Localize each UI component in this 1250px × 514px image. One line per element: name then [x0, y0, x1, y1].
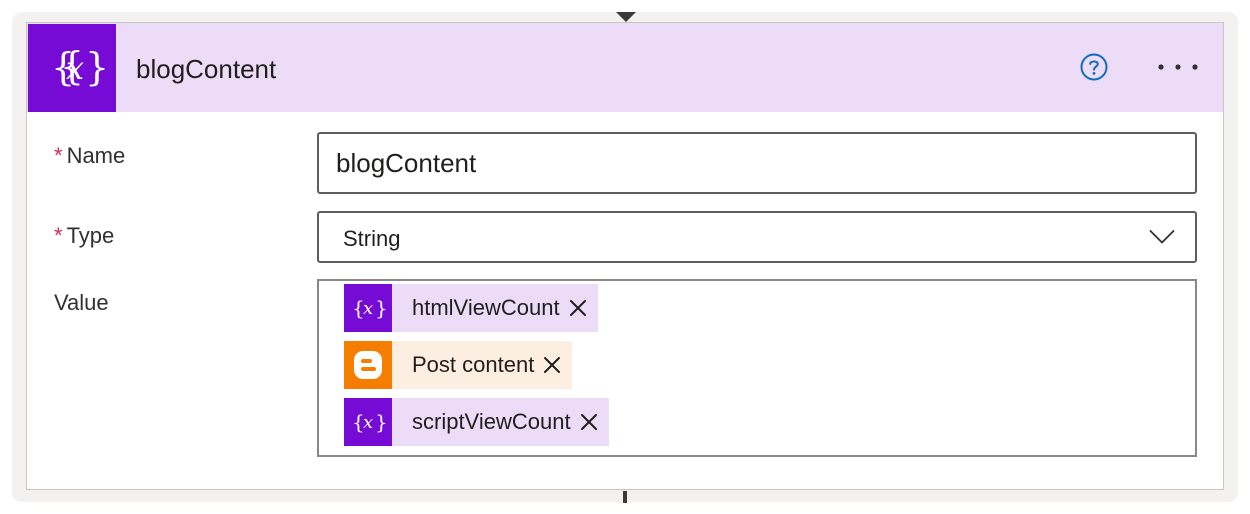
card-header[interactable]: { { x } blogContent — [27, 23, 1223, 112]
name-input[interactable] — [317, 132, 1197, 194]
svg-text:}: } — [375, 410, 386, 434]
svg-text:}: } — [375, 296, 386, 320]
close-icon[interactable] — [579, 412, 599, 432]
value-editor[interactable]: { x } htmlViewCount — [317, 279, 1197, 457]
dynamic-content-token[interactable]: { x } htmlViewCount — [344, 284, 598, 332]
more-options-icon[interactable] — [1157, 63, 1199, 71]
flow-connector-arrow-icon — [616, 12, 636, 22]
dynamic-content-token[interactable]: Post content — [344, 341, 573, 389]
token-label: htmlViewCount — [412, 295, 560, 320]
svg-text:x: x — [363, 412, 373, 433]
dynamic-content-token[interactable]: { x } scriptViewCount — [344, 398, 609, 446]
svg-text:x: x — [363, 298, 373, 319]
chevron-down-icon[interactable] — [1149, 229, 1175, 245]
card-title[interactable]: blogContent — [136, 53, 276, 85]
blogger-icon — [344, 341, 392, 389]
type-select[interactable]: String — [317, 211, 1197, 263]
close-icon[interactable] — [542, 355, 562, 375]
close-icon[interactable] — [568, 298, 588, 318]
help-circle-icon[interactable] — [1080, 53, 1108, 81]
type-label-text: Type — [66, 223, 115, 248]
required-marker: * — [54, 223, 63, 248]
variable-icon: { { x } — [28, 24, 116, 112]
type-selected-value: String — [343, 226, 401, 251]
initialize-variable-card: { { x } blogContent * Name blogContent *… — [26, 22, 1224, 490]
variable-icon: { x } — [344, 284, 392, 332]
svg-text:x: x — [66, 49, 84, 87]
canvas: { { x } blogContent * Name blogContent *… — [0, 0, 1250, 514]
type-label: * Type — [54, 223, 114, 249]
name-label: * Name — [54, 143, 125, 169]
token-label: scriptViewCount — [412, 409, 571, 434]
variable-icon: { x } — [344, 398, 392, 446]
name-label-text: Name — [66, 143, 126, 168]
required-marker: * — [54, 143, 63, 168]
svg-text:}: } — [85, 45, 107, 89]
token-label: Post content — [412, 352, 535, 377]
value-label: Value — [54, 290, 109, 315]
flow-connector-line — [623, 491, 627, 503]
